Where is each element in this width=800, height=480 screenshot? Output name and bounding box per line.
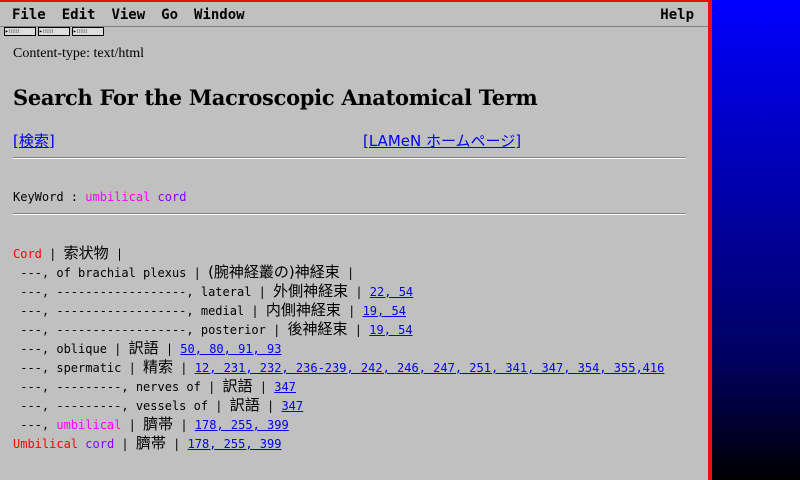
term-text: ---, ---------, vessels of | [13,399,230,413]
result-row: ---, ------------------, posterior | 後神経… [13,320,664,339]
result-row: Umbilical cord | 臍帯 | 178, 255, 399 [13,434,664,453]
separator: | [114,437,136,451]
content-type-text: Content-type: text/html [13,46,145,61]
separator: | [108,247,124,261]
keyword-label: KeyWord : [13,190,79,204]
toolbar-button-2[interactable]: ▸∷∷∷ [38,27,70,36]
japanese-term: 訳語 [222,377,253,395]
menu-go[interactable]: Go [155,7,184,23]
term-highlight: cord [85,437,115,451]
separator: | [252,380,275,394]
page-links[interactable]: 347 [281,399,303,413]
menu-bar: File Edit View Go Window Help [0,4,708,27]
term-text: ---, [13,418,57,432]
menu-help[interactable]: Help [654,7,700,23]
result-row: ---, of brachial plexus | (腕神経叢の)神経束 | [13,263,664,282]
keyword-line: KeyWord : umbilical cord [13,190,186,204]
term-highlight: Cord [13,247,42,261]
japanese-term: 訳語 [128,339,159,357]
page-links[interactable]: 22, 54 [370,285,413,299]
term-text: ---, ---------, nerves of | [13,380,223,394]
menu-view[interactable]: View [105,7,151,23]
page-links[interactable]: 50, 80, 91, 93 [180,342,281,356]
keyword-word-cord: cord [157,190,187,204]
result-row: ---, ---------, vessels of | 訳語 | 347 [13,396,664,415]
separator: | [165,437,188,451]
page-links[interactable]: 347 [274,380,296,394]
result-row: ---, oblique | 訳語 | 50, 80, 91, 93 [13,339,664,358]
term-text: ---, spermatic | [13,361,144,375]
japanese-term: 内側神経束 [265,301,341,319]
search-link[interactable]: [検索] [13,130,55,151]
separator: | [347,323,370,337]
separator: | [259,399,282,413]
page-links[interactable]: 178, 255, 399 [188,437,282,451]
separator: | [340,304,363,318]
japanese-term: 外側神経束 [273,282,349,300]
term-text: ---, ------------------, posterior | [13,323,288,337]
separator: | [121,418,144,432]
separator: | [158,342,181,356]
result-row: Cord | 索状物 | [13,244,664,263]
japanese-term: (腕神経叢の)神経束 [208,263,340,281]
divider-bottom [13,213,686,215]
toolbar-button-3[interactable]: ▸∷∷∷ [72,27,104,36]
menu-file[interactable]: File [6,7,52,23]
result-row: ---, ------------------, medial | 内側神経束 … [13,301,664,320]
term-highlight: Umbilical [13,437,79,451]
page-links[interactable]: 12, 231, 232, 236-239, 242, 246, 247, 25… [195,361,665,375]
japanese-term: 臍帯 [135,434,166,452]
keyword-word-umbilical: umbilical [85,190,151,204]
result-row: ---, ------------------, lateral | 外側神経束… [13,282,664,301]
term-highlight: umbilical [56,418,122,432]
lamen-home-link[interactable]: [LAMeN ホームページ] [363,130,521,151]
term-text: ---, oblique | [13,342,129,356]
japanese-term: 精索 [143,358,174,376]
result-row: ---, ---------, nerves of | 訳語 | 347 [13,377,664,396]
separator: | [41,247,64,261]
japanese-term: 後神経束 [287,320,348,338]
separator: | [339,266,355,280]
results-list: Cord | 索状物 | ---, of brachial plexus | (… [13,244,664,453]
separator: | [173,418,195,432]
separator: | [173,361,195,375]
page-links[interactable]: 178, 255, 399 [195,418,289,432]
page-title: Search For the Macroscopic Anatomical Te… [13,85,538,110]
divider-top [13,157,686,159]
page-links[interactable]: 19, 54 [369,323,412,337]
term-text: ---, of brachial plexus | [13,266,209,280]
toolbar-button-1[interactable]: ▸∷∷∷ [4,27,36,36]
separator: | [348,285,370,299]
result-row: ---, umbilical | 臍帯 | 178, 255, 399 [13,415,664,434]
japanese-term: 索状物 [63,244,109,262]
browser-window: File Edit View Go Window Help ▸∷∷∷ ▸∷∷∷ … [0,0,712,480]
term-text: ---, ------------------, lateral | [13,285,274,299]
japanese-term: 訳語 [229,396,260,414]
menu-edit[interactable]: Edit [56,7,102,23]
toolbar-strip: ▸∷∷∷ ▸∷∷∷ ▸∷∷∷ [4,27,104,36]
term-text: ---, ------------------, medial | [13,304,266,318]
page-links[interactable]: 19, 54 [363,304,406,318]
result-row: ---, spermatic | 精索 | 12, 231, 232, 236-… [13,358,664,377]
menu-window[interactable]: Window [188,7,251,23]
japanese-term: 臍帯 [143,415,174,433]
